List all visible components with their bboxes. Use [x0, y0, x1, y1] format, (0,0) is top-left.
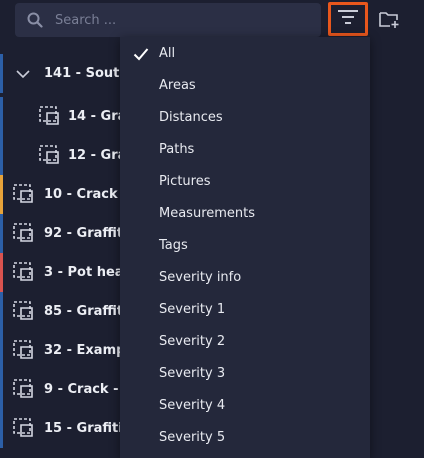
chevron-down-icon[interactable]: [16, 64, 30, 83]
filter-option-label: Severity 3: [159, 365, 226, 381]
filter-option-label: Severity info: [159, 269, 242, 285]
row-accent-bar: [0, 97, 3, 136]
area-select-icon: [12, 339, 34, 363]
tree-item-label: 141 - South: [44, 66, 129, 81]
filter-icon: [337, 9, 359, 29]
filter-option-label: Pictures: [159, 173, 211, 189]
filter-option-areas[interactable]: Areas: [120, 69, 370, 101]
filter-option-severity-5[interactable]: Severity 5: [120, 421, 370, 453]
tree-item-label: 12 - Gra: [68, 148, 127, 163]
tree-item-label: 3 - Pot hea: [44, 265, 124, 280]
checkmark-icon: [133, 46, 149, 65]
filter-option-severity-2[interactable]: Severity 2: [120, 325, 370, 357]
tree-item-label: 85 - Graffit: [44, 304, 124, 319]
filter-option-label: Paths: [159, 141, 195, 157]
filter-option-label: Severity 2: [159, 333, 226, 349]
filter-option-label: All: [159, 45, 176, 61]
tree-item-label: 92 - Graffiti: [44, 226, 128, 241]
area-select-icon: [12, 183, 34, 207]
row-accent-bar: [0, 292, 3, 331]
filter-option-label: Tags: [159, 237, 188, 253]
row-accent-bar: [0, 253, 3, 292]
area-select-icon: [12, 222, 34, 246]
search-icon: [27, 12, 43, 32]
area-select-icon: [38, 105, 60, 129]
folder-plus-icon: [378, 12, 400, 33]
filter-option-label: Measurements: [159, 205, 256, 221]
filter-option-label: Severity 1: [159, 301, 226, 317]
area-select-icon: [12, 417, 34, 441]
search-bar[interactable]: [15, 3, 321, 37]
new-folder-button[interactable]: [378, 9, 400, 33]
tree-item-label: 9 - Crack -: [44, 382, 119, 397]
filter-option-label: Severity 4: [159, 397, 226, 413]
tree-item-label: 10 - Crack -: [44, 187, 128, 202]
filter-option-pictures[interactable]: Pictures: [120, 165, 370, 197]
row-accent-bar: [0, 175, 3, 214]
area-select-icon: [12, 300, 34, 324]
filter-option-all[interactable]: All: [120, 37, 370, 69]
filter-option-severity-1[interactable]: Severity 1: [120, 293, 370, 325]
filter-option-paths[interactable]: Paths: [120, 133, 370, 165]
row-accent-bar: [0, 214, 3, 253]
filter-option-severity-4[interactable]: Severity 4: [120, 389, 370, 421]
filter-option-severity-3[interactable]: Severity 3: [120, 357, 370, 389]
area-select-icon: [12, 378, 34, 402]
tree-item-label: 14 - Gra: [68, 109, 127, 124]
filter-option-tags[interactable]: Tags: [120, 229, 370, 261]
filter-option-label: Areas: [159, 77, 196, 93]
search-input[interactable]: [55, 3, 315, 37]
tree-item-label: 15 - Grafiti: [44, 421, 123, 436]
row-accent-bar: [0, 331, 3, 370]
filter-option-label: Severity 5: [159, 429, 226, 445]
area-select-icon: [12, 261, 34, 285]
filter-dropdown-menu: All Areas Distances Paths Pictures Measu…: [120, 37, 370, 458]
filter-button[interactable]: [328, 2, 368, 36]
filter-option-distances[interactable]: Distances: [120, 101, 370, 133]
area-select-icon: [38, 144, 60, 168]
filter-option-label: Distances: [159, 109, 223, 125]
filter-option-measurements[interactable]: Measurements: [120, 197, 370, 229]
row-accent-bar: [0, 136, 3, 175]
filter-option-severity-info[interactable]: Severity info: [120, 261, 370, 293]
row-accent-bar: [0, 54, 3, 93]
row-accent-bar: [0, 370, 3, 409]
tree-item-label: 32 - Examp: [44, 343, 126, 358]
row-accent-bar: [0, 409, 3, 448]
